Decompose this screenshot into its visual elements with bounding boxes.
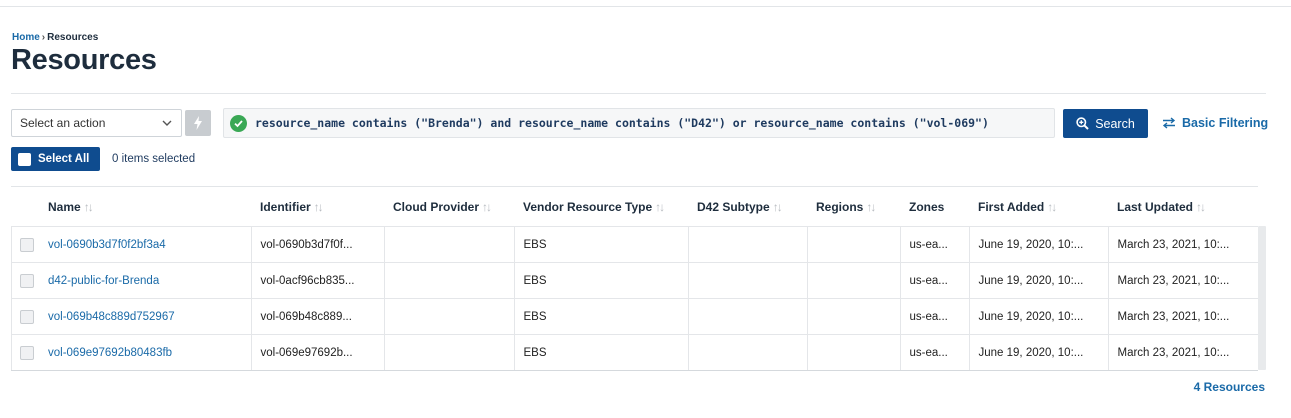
resource-name-link[interactable]: vol-0690b3d7f0f2bf3a4 — [48, 239, 166, 251]
row-checkbox[interactable] — [20, 273, 34, 288]
select-all-button[interactable]: Select All — [11, 147, 100, 171]
cell-d42-subtype — [687, 298, 807, 335]
cell-regions — [806, 298, 900, 335]
page-title: Resources — [11, 44, 157, 76]
chevron-down-icon — [162, 120, 172, 126]
cell-zones: us-ea... — [899, 226, 969, 263]
cell-first-added: June 19, 2020, 10:... — [968, 226, 1108, 263]
column-header-regions[interactable]: Regions ↑↓ — [807, 186, 900, 227]
sort-arrows-icon[interactable]: ↑↓ — [314, 200, 324, 214]
filter-query-field[interactable]: resource_name contains ("Brenda") and re… — [223, 108, 1055, 138]
column-header-cloud-provider[interactable]: Cloud Provider ↑↓ — [384, 186, 514, 227]
sort-arrows-icon[interactable]: ↑↓ — [482, 200, 492, 214]
sort-arrows-icon[interactable]: ↑↓ — [84, 200, 94, 214]
cell-cloud-provider — [383, 262, 514, 299]
select-all-label: Select All — [38, 153, 90, 165]
cell-cloud-provider — [383, 226, 514, 263]
cell-zones: us-ea... — [899, 298, 969, 335]
cell-regions — [806, 226, 900, 263]
cell-zones: us-ea... — [899, 334, 969, 371]
row-checkbox[interactable] — [20, 309, 34, 324]
basic-filtering-label: Basic Filtering — [1182, 116, 1269, 130]
cell-d42-subtype — [687, 262, 807, 299]
filter-query-text: resource_name contains ("Brenda") and re… — [255, 116, 989, 130]
table-scrollbar[interactable] — [1258, 226, 1266, 370]
cell-first-added: June 19, 2020, 10:... — [968, 262, 1108, 299]
row-checkbox[interactable] — [20, 237, 34, 252]
cell-cloud-provider — [383, 298, 514, 335]
cell-last-updated: March 23, 2021, 10:... — [1107, 262, 1258, 299]
table-row: vol-069b48c889d752967 vol-069b48c889... … — [11, 298, 1258, 335]
resource-name-link[interactable]: vol-069e97692b80483fb — [48, 347, 172, 359]
table-row: vol-069e97692b80483fb vol-069e97692b... … — [11, 334, 1258, 371]
breadcrumb-current: Resources — [47, 32, 99, 43]
cell-last-updated: March 23, 2021, 10:... — [1107, 226, 1258, 263]
cell-regions — [806, 334, 900, 371]
cell-identifier: vol-069e97692b... — [250, 334, 384, 371]
cell-identifier: vol-0690b3d7f0f... — [250, 226, 384, 263]
table-left-border — [11, 226, 12, 370]
cell-vendor-type: EBS — [513, 334, 688, 371]
lightning-icon — [194, 116, 202, 130]
cell-identifier: vol-069b48c889... — [250, 298, 384, 335]
column-header-first-added[interactable]: First Added ↑↓ — [969, 186, 1108, 227]
column-header-name[interactable]: Name ↑↓ — [11, 186, 251, 227]
cell-identifier: vol-0acf96cb835... — [250, 262, 384, 299]
breadcrumb-separator: › — [41, 32, 46, 43]
sort-arrows-icon[interactable]: ↑↓ — [1196, 200, 1206, 214]
zoom-in-icon — [1076, 117, 1089, 130]
cell-name: vol-069e97692b80483fb — [11, 334, 251, 371]
table-header-row: Name ↑↓ Identifier ↑↓ Cloud Provider ↑↓ Ven… — [11, 186, 1258, 227]
column-header-vendor-resource-type[interactable]: Vendor Resource Type ↑↓ — [514, 186, 688, 227]
sort-arrows-icon[interactable]: ↑↓ — [866, 200, 876, 214]
search-button-label: Search — [1095, 116, 1135, 131]
top-divider — [0, 6, 1291, 7]
column-header-d42-subtype[interactable]: D42 Subtype ↑↓ — [688, 186, 807, 227]
action-select[interactable]: Select an action — [11, 109, 182, 137]
column-header-zones: Zones — [900, 186, 969, 227]
select-all-checkbox — [18, 152, 31, 166]
cell-d42-subtype — [687, 226, 807, 263]
cell-name: vol-0690b3d7f0f2bf3a4 — [11, 226, 251, 263]
cell-name: vol-069b48c889d752967 — [11, 298, 251, 335]
resource-count: 4 Resources — [1193, 380, 1265, 394]
title-divider — [11, 93, 1266, 94]
table-row: vol-0690b3d7f0f2bf3a4 vol-0690b3d7f0f...… — [11, 226, 1258, 263]
action-go-button[interactable] — [185, 110, 211, 136]
swap-arrows-icon — [1162, 117, 1176, 129]
column-header-last-updated[interactable]: Last Updated ↑↓ — [1108, 186, 1258, 227]
cell-zones: us-ea... — [899, 262, 969, 299]
cell-cloud-provider — [383, 334, 514, 371]
items-selected-count: 0 items selected — [112, 153, 196, 165]
breadcrumb-home-link[interactable]: Home — [12, 32, 40, 43]
resource-name-link[interactable]: d42-public-for-Brenda — [48, 275, 159, 287]
cell-vendor-type: EBS — [513, 262, 688, 299]
table-row: d42-public-for-Brenda vol-0acf96cb835...… — [11, 262, 1258, 299]
breadcrumb: Home › Resources — [12, 32, 98, 43]
search-button[interactable]: Search — [1063, 109, 1148, 138]
resource-name-link[interactable]: vol-069b48c889d752967 — [48, 311, 175, 323]
cell-regions — [806, 262, 900, 299]
sort-arrows-icon[interactable]: ↑↓ — [773, 200, 783, 214]
cell-d42-subtype — [687, 334, 807, 371]
column-header-identifier[interactable]: Identifier ↑↓ — [251, 186, 384, 227]
sort-arrows-icon[interactable]: ↑↓ — [655, 200, 665, 214]
cell-first-added: June 19, 2020, 10:... — [968, 334, 1108, 371]
resources-table: Name ↑↓ Identifier ↑↓ Cloud Provider ↑↓ Ven… — [11, 186, 1266, 371]
cell-first-added: June 19, 2020, 10:... — [968, 298, 1108, 335]
cell-vendor-type: EBS — [513, 226, 688, 263]
action-select-value: Select an action — [20, 116, 106, 130]
cell-name: d42-public-for-Brenda — [11, 262, 251, 299]
check-circle-icon — [230, 114, 247, 132]
basic-filtering-link[interactable]: Basic Filtering — [1162, 116, 1268, 130]
cell-last-updated: March 23, 2021, 10:... — [1107, 298, 1258, 335]
cell-vendor-type: EBS — [513, 298, 688, 335]
cell-last-updated: March 23, 2021, 10:... — [1107, 334, 1258, 371]
sort-arrows-icon[interactable]: ↑↓ — [1047, 200, 1057, 214]
row-checkbox[interactable] — [20, 345, 34, 360]
